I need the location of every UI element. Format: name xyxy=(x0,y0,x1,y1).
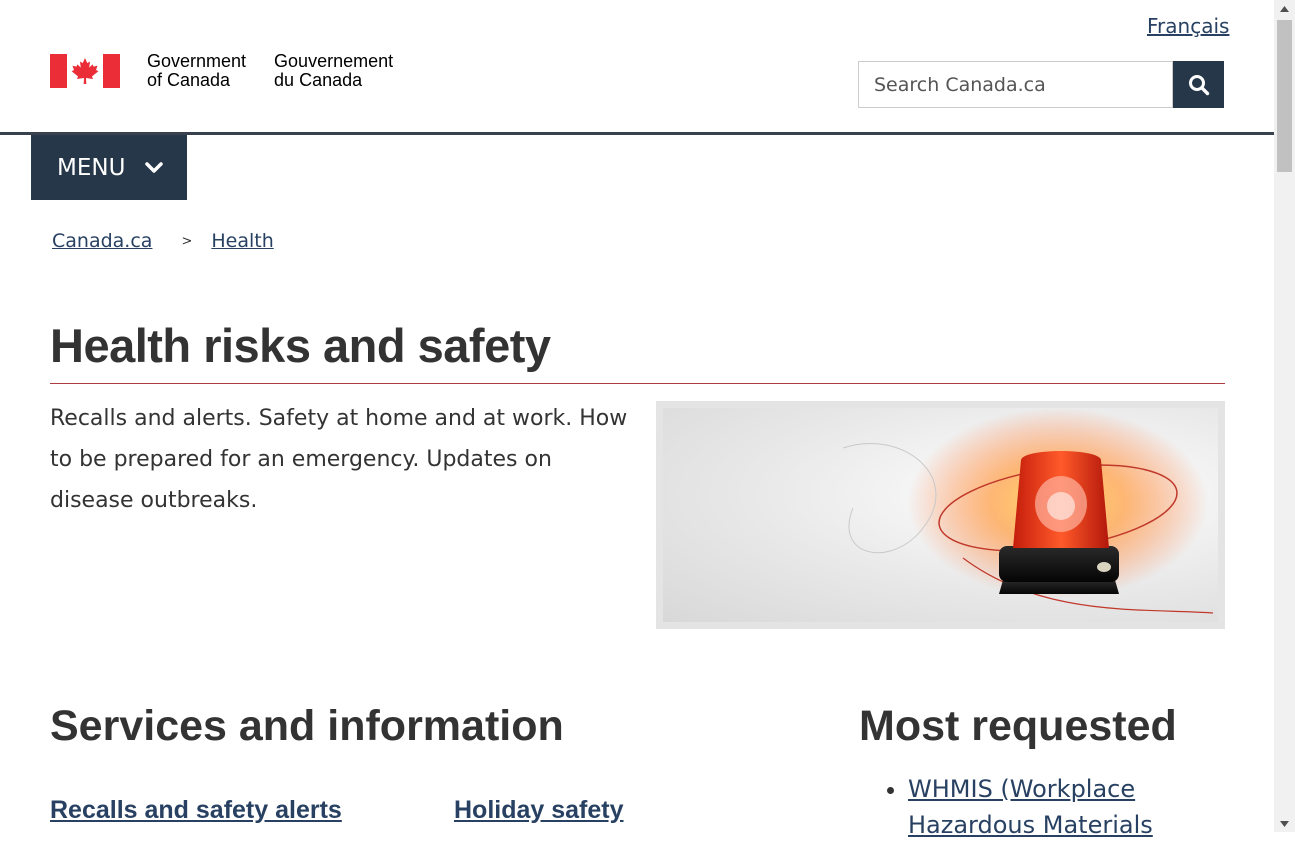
government-of-canada-logo[interactable]: Government of Canada Gouvernement du Can… xyxy=(50,52,393,92)
emergency-light-illustration xyxy=(842,408,1214,614)
link-holiday-safety[interactable]: Holiday safety xyxy=(454,796,624,825)
header-divider xyxy=(0,132,1274,135)
menu-label: MENU xyxy=(57,154,126,181)
most-requested-heading: Most requested xyxy=(859,702,1177,750)
page-intro: Recalls and alerts. Safety at home and a… xyxy=(50,406,628,513)
scroll-up-arrow-icon[interactable] xyxy=(1274,0,1295,17)
canada-flag-icon xyxy=(50,54,120,88)
site-search xyxy=(858,61,1224,108)
link-recalls-safety-alerts[interactable]: Recalls and safety alerts xyxy=(50,796,342,825)
breadcrumb-link-canada[interactable]: Canada.ca xyxy=(52,230,152,252)
scroll-down-arrow-icon[interactable] xyxy=(1274,815,1295,832)
scrollbar-thumb[interactable] xyxy=(1277,20,1292,172)
title-underline xyxy=(50,383,1225,384)
page-title: Health risks and safety xyxy=(50,319,551,372)
wordmark-english: Government of Canada xyxy=(147,51,247,90)
page-scrollbar[interactable] xyxy=(1274,0,1295,832)
chevron-down-icon xyxy=(145,161,164,174)
search-input[interactable] xyxy=(858,61,1173,108)
breadcrumb: Canada.ca > Health xyxy=(52,230,274,252)
menu-button[interactable]: MENU xyxy=(31,135,187,200)
breadcrumb-separator: > xyxy=(181,233,193,249)
breadcrumb-link-health[interactable]: Health xyxy=(211,230,273,252)
wordmark-french: Gouvernement du Canada xyxy=(274,51,394,90)
hero-image xyxy=(656,401,1225,629)
search-button[interactable] xyxy=(1173,61,1224,108)
most-requested-list: WHMIS (Workplace Hazardous Materials xyxy=(880,771,1228,843)
services-heading: Services and information xyxy=(50,702,564,750)
magnifier-icon xyxy=(1188,74,1209,95)
list-item: WHMIS (Workplace Hazardous Materials xyxy=(908,771,1228,843)
link-whmis[interactable]: WHMIS (Workplace Hazardous Materials xyxy=(908,775,1153,839)
language-toggle-link[interactable]: Français xyxy=(1147,14,1229,38)
